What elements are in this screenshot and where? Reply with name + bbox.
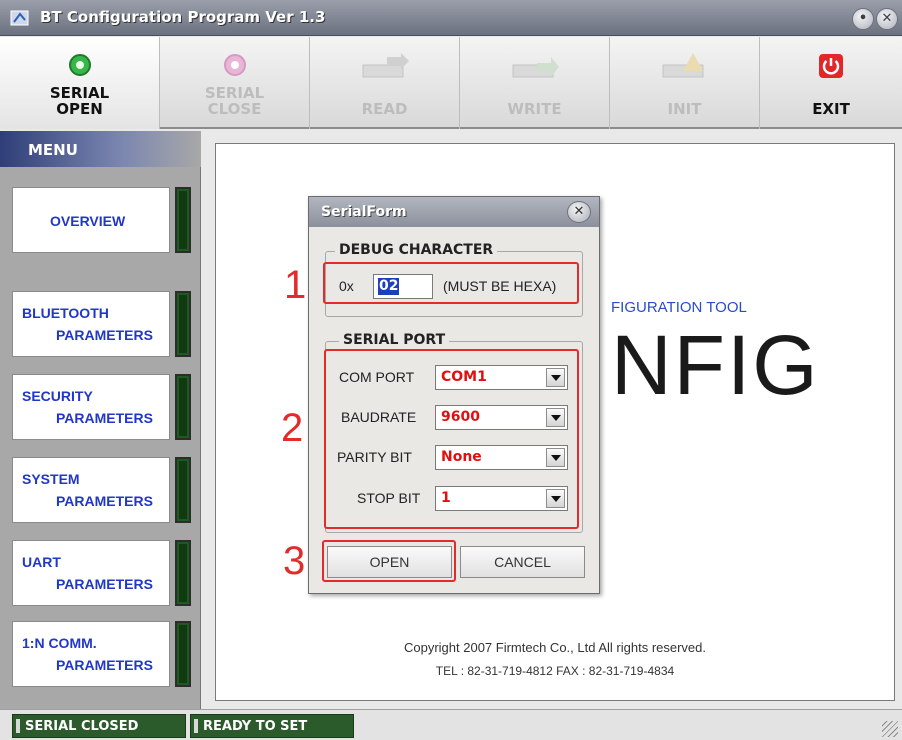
menu-item-label: OVERVIEW (50, 213, 126, 229)
menu-item-panel (12, 621, 170, 687)
copyright-text: Copyright 2007 Firmtech Co., Ltd All rig… (403, 640, 707, 655)
init-button[interactable]: INIT (610, 37, 760, 129)
menu-indicator (175, 291, 191, 357)
toolbar: SERIAL OPEN SERIAL CLOSE READ WRITE INIT… (0, 37, 902, 129)
annotation-box-3 (322, 540, 456, 582)
ready-status-badge: READY TO SET (190, 714, 354, 738)
annotation-box-2 (324, 349, 579, 529)
init-label: INIT (667, 100, 702, 118)
menu-item-panel (12, 457, 170, 523)
power-icon (818, 53, 844, 83)
menu-indicator (175, 540, 191, 606)
menu-item-bluetooth[interactable]: BLUETOOTH PARAMETERS (12, 291, 192, 357)
window-title: BT Configuration Program Ver 1.3 (40, 8, 326, 26)
menu-item-label: 1:N COMM. (22, 635, 97, 651)
menu-item-sublabel: PARAMETERS (56, 327, 153, 343)
menu-item-label: SYSTEM (22, 471, 80, 487)
write-button[interactable]: WRITE (460, 37, 610, 129)
menu-item-sublabel: PARAMETERS (56, 657, 153, 673)
menu-indicator (175, 187, 191, 253)
menu-item-label: SECURITY (22, 388, 93, 404)
menu-item-1n-comm[interactable]: 1:N COMM. PARAMETERS (12, 621, 192, 687)
exit-label: EXIT (812, 100, 850, 118)
app-icon (10, 8, 30, 28)
debug-character-label: DEBUG CHARACTER (335, 242, 498, 258)
serial-close-label: SERIAL CLOSE (204, 84, 265, 118)
menu-item-uart[interactable]: UART PARAMETERS (12, 540, 192, 606)
chip-write-icon (507, 53, 563, 91)
write-label: WRITE (507, 100, 562, 118)
menu-title: MENU (28, 141, 78, 159)
menu-item-overview[interactable]: OVERVIEW (12, 187, 192, 253)
dialog-close-button[interactable]: ✕ (567, 201, 591, 223)
resize-grip-icon[interactable] (882, 721, 898, 737)
menu-item-label: UART (22, 554, 61, 570)
serial-close-button[interactable]: SERIAL CLOSE (160, 37, 310, 129)
annotation-number-2: 2 (281, 406, 304, 450)
annotation-number-3: 3 (283, 539, 306, 583)
menu-item-panel (12, 540, 170, 606)
cancel-button[interactable]: CANCEL (460, 546, 585, 578)
serial-port-label: SERIAL PORT (339, 332, 450, 348)
dialog-title-bar: SerialForm ✕ (309, 197, 599, 227)
dialog-title: SerialForm (321, 204, 407, 220)
annotation-number-1: 1 (284, 263, 307, 307)
menu-header: MENU (0, 131, 201, 167)
menu-sidebar: MENU OVERVIEW BLUETOOTH PARAMETERS SECUR… (0, 131, 201, 709)
menu-item-sublabel: PARAMETERS (56, 493, 153, 509)
pink-circle-icon (223, 53, 247, 81)
menu-indicator (175, 457, 191, 523)
contact-text: TEL : 82-31-719-4812 FAX : 82-31-719-483… (435, 664, 675, 678)
exit-button[interactable]: EXIT (760, 37, 902, 129)
green-circle-icon (68, 53, 92, 81)
menu-item-security[interactable]: SECURITY PARAMETERS (12, 374, 192, 440)
close-button[interactable]: ✕ (876, 8, 898, 30)
chip-init-icon (657, 53, 713, 91)
menu-item-sublabel: PARAMETERS (56, 576, 153, 592)
config-logo: NFIG (611, 318, 820, 412)
config-tool-title: FIGURATION TOOL (611, 299, 747, 316)
menu-indicator (175, 621, 191, 687)
menu-item-system[interactable]: SYSTEM PARAMETERS (12, 457, 192, 523)
menu-indicator (175, 374, 191, 440)
serial-open-label: SERIAL OPEN (49, 84, 110, 118)
annotation-box-1 (323, 262, 579, 304)
menu-item-panel (12, 374, 170, 440)
title-bar: BT Configuration Program Ver 1.3 • ✕ (0, 0, 902, 36)
status-bar: SERIAL CLOSED READY TO SET (0, 709, 902, 740)
minimize-button[interactable]: • (852, 8, 874, 30)
menu-item-label: BLUETOOTH (22, 305, 109, 321)
menu-item-sublabel: PARAMETERS (56, 410, 153, 426)
serial-status-badge: SERIAL CLOSED (12, 714, 186, 738)
read-label: READ (361, 100, 408, 118)
serial-open-button[interactable]: SERIAL OPEN (0, 37, 160, 129)
read-button[interactable]: READ (310, 37, 460, 129)
menu-item-panel (12, 291, 170, 357)
chip-read-icon (357, 53, 413, 91)
